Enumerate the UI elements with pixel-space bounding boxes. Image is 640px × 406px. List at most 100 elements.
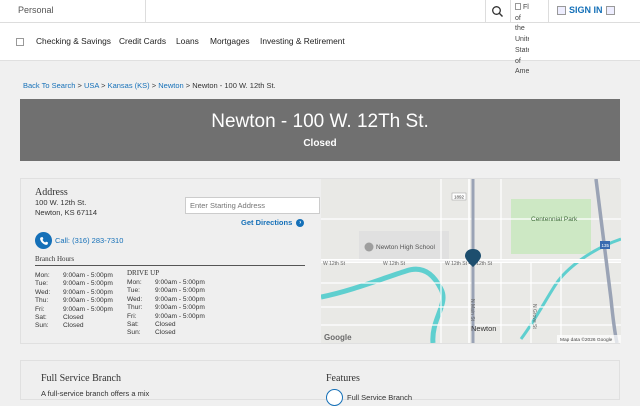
school-icon bbox=[364, 242, 374, 252]
hours-day: Sun: bbox=[35, 322, 49, 330]
hours-time: Closed bbox=[63, 322, 84, 330]
map-label-park: Centennial Park bbox=[531, 216, 578, 223]
branch-type-heading: Full Service Branch bbox=[41, 373, 121, 384]
user-icon bbox=[557, 5, 566, 15]
hours-time: 9:00am - 5:00pm bbox=[155, 312, 205, 320]
sign-in-label: SIGN IN bbox=[569, 5, 603, 15]
hours-row: Wed: 9:00am - 5:00pm bbox=[35, 289, 113, 297]
hours-day: Mon: bbox=[127, 279, 142, 286]
sign-in-button[interactable]: SIGN IN bbox=[557, 5, 615, 15]
divider bbox=[145, 0, 146, 23]
features-heading: Features bbox=[326, 373, 360, 384]
branch-hours-heading: Branch Hours bbox=[35, 255, 75, 263]
hours-row: Fri: 9:00am - 5:00pm bbox=[35, 306, 113, 314]
feature-item: Full Service Branch bbox=[326, 389, 412, 406]
hours-day: Tue: bbox=[127, 287, 140, 295]
personal-tab[interactable]: Personal bbox=[18, 5, 54, 15]
nav-item-credit-cards[interactable]: Credit Cards bbox=[119, 36, 166, 46]
hours-time: 9:00am - 5:00pm bbox=[155, 295, 205, 303]
hours-row: Mon: 9:00am - 5:00pm bbox=[127, 279, 205, 287]
hours-time: Closed bbox=[155, 329, 176, 337]
breadcrumb-usa[interactable]: USA bbox=[84, 81, 99, 90]
park-area bbox=[511, 199, 591, 254]
hours-row: Mon: 9:00am - 5:00pm bbox=[35, 272, 113, 280]
hours-day: Wed: bbox=[127, 295, 143, 303]
call-label: Call: (316) 283-7310 bbox=[55, 236, 124, 245]
nav-item-investing[interactable]: Investing & Retirement bbox=[260, 36, 345, 46]
hours-day: Wed: bbox=[35, 288, 51, 296]
map-label-route: 135 bbox=[602, 243, 610, 248]
map-label-street: W 12th St bbox=[383, 261, 406, 267]
hours-row: Fri: 9:00am - 5:00pm bbox=[127, 313, 205, 321]
drive-up-heading: DRIVE UP bbox=[127, 269, 160, 277]
divider bbox=[548, 0, 549, 23]
logo-icon[interactable] bbox=[16, 38, 24, 46]
hours-time: 9:00am - 5:00pm bbox=[63, 297, 113, 305]
get-directions-button[interactable]: Get Directions › bbox=[241, 218, 305, 227]
breadcrumb: Back To Search > USA > Kansas (KS) > New… bbox=[23, 81, 276, 90]
map-label-route: 1892 bbox=[454, 195, 465, 200]
hours-time: Closed bbox=[63, 313, 84, 321]
utility-bar: Personal SIGN IN bbox=[0, 0, 640, 23]
hours-row: Sun: Closed bbox=[35, 322, 113, 330]
branch-type-description: A full-service branch offers a mix bbox=[41, 389, 150, 398]
hours-time: 9:00am - 5:00pm bbox=[63, 305, 113, 313]
branch-map[interactable]: Centennial Park Newton High School W 12t… bbox=[321, 179, 621, 343]
broken-image-icon bbox=[515, 3, 521, 10]
map-canvas[interactable]: Centennial Park Newton High School W 12t… bbox=[321, 179, 621, 343]
hours-row: Sat: Closed bbox=[127, 321, 205, 329]
breadcrumb-separator: > bbox=[77, 81, 82, 90]
divider bbox=[35, 265, 305, 266]
flag-alt-text: Flag of the United States of America bbox=[515, 4, 529, 76]
hours-day: Mon: bbox=[35, 272, 50, 279]
hours-day: Thur: bbox=[127, 304, 143, 312]
breadcrumb-newton[interactable]: Newton bbox=[158, 81, 183, 90]
divider bbox=[485, 0, 486, 23]
breadcrumb-separator: > bbox=[185, 81, 191, 90]
hours-time: 9:00am - 5:00pm bbox=[155, 304, 205, 312]
page-title: Newton - 100 W. 12Th St. bbox=[211, 111, 429, 132]
hours-time: 9:00am - 5:00pm bbox=[63, 288, 113, 296]
hours-day: Sun: bbox=[127, 329, 141, 337]
flag-image-alt[interactable]: Flag of the United States of America bbox=[515, 3, 529, 93]
breadcrumb-separator: > bbox=[151, 81, 157, 90]
phone-icon bbox=[35, 232, 52, 249]
breadcrumb-current: Newton - 100 W. 12th St. bbox=[192, 81, 276, 90]
hours-day: Thu: bbox=[35, 297, 49, 305]
nav-item-mortgages[interactable]: Mortgages bbox=[210, 36, 250, 46]
hours-time: 9:00am - 5:00pm bbox=[63, 280, 113, 288]
info-panel: Address 100 W. 12th St. Newton, KS 67114… bbox=[35, 187, 320, 336]
branch-info-card: Address 100 W. 12th St. Newton, KS 67114… bbox=[20, 178, 621, 344]
hours-row: Thu: 9:00am - 5:00pm bbox=[35, 297, 113, 305]
map-label-street: N Main St bbox=[469, 299, 475, 322]
nav-item-checking[interactable]: Checking & Savings bbox=[36, 36, 111, 46]
map-label-city: Newton bbox=[471, 324, 496, 333]
bank-icon bbox=[326, 389, 343, 406]
hours-day: Tue: bbox=[35, 280, 48, 288]
drive-up-hours-list: DRIVE UP Mon: 9:00am - 5:00pm Tue: 9:00am … bbox=[127, 269, 205, 338]
breadcrumb-back[interactable]: Back To Search bbox=[23, 81, 75, 90]
branch-hero: Newton - 100 W. 12Th St. Closed bbox=[20, 99, 620, 161]
starting-address-input[interactable] bbox=[185, 197, 320, 214]
map-label-school: Newton High School bbox=[376, 244, 435, 251]
search-icon[interactable] bbox=[491, 5, 504, 18]
main-nav: Checking & Savings Credit Cards Loans Mo… bbox=[0, 23, 640, 61]
divider bbox=[510, 0, 511, 23]
hours-day: Sat: bbox=[127, 320, 139, 328]
map-label-street: N Grove St bbox=[531, 304, 537, 329]
breadcrumb-kansas[interactable]: Kansas (KS) bbox=[108, 81, 150, 90]
branch-details-section: Full Service Branch A full-service branc… bbox=[20, 360, 620, 406]
broken-image-icon bbox=[605, 5, 615, 15]
hours-row: Thur: 9:00am - 5:00pm bbox=[127, 304, 205, 312]
map-attribution: Map data ©2026 Google bbox=[560, 336, 613, 343]
get-directions-label: Get Directions bbox=[241, 218, 293, 227]
hours-row: Wed: 9:00am - 5:00pm bbox=[127, 296, 205, 304]
hours-row: Sat: Closed bbox=[35, 314, 113, 322]
call-link[interactable]: Call: (316) 283-7310 bbox=[35, 232, 123, 249]
hours-row: Sun: Closed bbox=[127, 329, 205, 337]
hours-row: Tue: 9:00am - 5:00pm bbox=[35, 280, 113, 288]
hours-time: Closed bbox=[155, 320, 176, 328]
hours-time: 9:00am - 5:00pm bbox=[155, 279, 205, 286]
nav-item-loans[interactable]: Loans bbox=[176, 36, 199, 46]
status-badge: Closed bbox=[303, 138, 337, 149]
